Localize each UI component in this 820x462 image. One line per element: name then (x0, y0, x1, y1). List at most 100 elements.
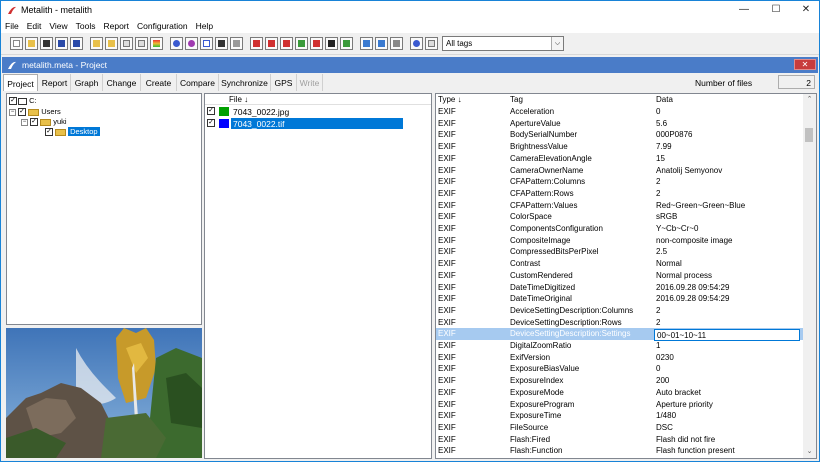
grid-row[interactable]: EXIF DateTimeDigitized 2016.09.28 09:54:29 (436, 282, 804, 294)
project-close-button[interactable]: ✕ (794, 59, 816, 70)
data-cell[interactable]: Anatolij Semyonov (656, 166, 722, 175)
menu-configuration[interactable]: Configuration (133, 19, 192, 31)
grid-row[interactable]: EXIF DateTimeOriginal 2016.09.28 09:54:29 (436, 293, 804, 305)
list-icon[interactable] (265, 37, 278, 50)
type-column-header[interactable]: Type ↓ (438, 95, 462, 104)
tab-project[interactable]: Project (3, 74, 38, 91)
grid-row[interactable]: EXIF ExposureTime 1/480 (436, 410, 804, 422)
root-checkbox[interactable]: ✓ (9, 97, 17, 106)
traffic-light-icon[interactable] (150, 37, 163, 50)
collapse-icon[interactable]: − (9, 108, 16, 116)
tree-node-users[interactable]: − ✓ Users (9, 107, 61, 117)
grid-row[interactable]: EXIF DeviceSettingDescription:Columns 2 (436, 305, 804, 317)
chart-icon[interactable] (375, 37, 388, 50)
menu-file[interactable]: File (1, 19, 23, 31)
print-icon[interactable] (390, 37, 403, 50)
grid-row[interactable]: EXIF ExposureIndex 200 (436, 375, 804, 387)
dark-window-icon[interactable] (215, 37, 228, 50)
data-cell[interactable]: 2 (656, 306, 660, 315)
export-icon[interactable] (340, 37, 353, 50)
file-checkbox[interactable]: ✓ (207, 119, 215, 127)
delete-icon[interactable] (40, 37, 53, 50)
grid-row[interactable]: EXIF Contrast Normal (436, 258, 804, 270)
menu-edit[interactable]: Edit (23, 19, 46, 31)
file-row[interactable]: ✓ 7043_0022.jpg (205, 106, 431, 117)
yuki-checkbox[interactable]: ✓ (30, 118, 39, 127)
gray-square-icon[interactable] (230, 37, 243, 50)
notes-icon[interactable] (325, 37, 338, 50)
grid-row[interactable]: EXIF CompositeImage non-composite image (436, 235, 804, 247)
grid-row[interactable]: EXIF ExifVersion 0230 (436, 352, 804, 364)
grid-row[interactable]: EXIF ExposureMode Auto bracket (436, 387, 804, 399)
menu-view[interactable]: View (45, 19, 71, 31)
maximize-button[interactable]: ☐ (761, 1, 791, 19)
table-icon[interactable] (295, 37, 308, 50)
columns-icon[interactable] (310, 37, 323, 50)
tab-compare[interactable]: Compare (177, 74, 219, 91)
data-cell[interactable]: Aperture priority (656, 400, 713, 409)
menu-tools[interactable]: Tools (72, 19, 100, 31)
grid-row[interactable]: EXIF FileSource DSC (436, 422, 804, 434)
minimize-button[interactable]: — (729, 1, 759, 19)
move-left-icon[interactable] (90, 37, 103, 50)
new-icon[interactable] (10, 37, 23, 50)
data-cell[interactable]: 5.6 (656, 119, 667, 128)
tag-filter-select[interactable]: All tags ⌵ (442, 36, 564, 51)
grid-row[interactable]: EXIF BrightnessValue 7.99 (436, 141, 804, 153)
data-cell[interactable]: Flash did not fire (656, 435, 715, 444)
grid-row-selected[interactable]: EXIF DeviceSettingDescription:Settings 00~… (436, 328, 804, 342)
data-cell[interactable]: 1/480 (656, 411, 676, 420)
data-cell[interactable]: 0230 (656, 353, 674, 362)
tag-column-header[interactable]: Tag (510, 95, 523, 104)
window-list-icon[interactable] (425, 37, 438, 50)
grid-row[interactable]: EXIF DeviceSettingDescription:Rows 2 (436, 317, 804, 329)
data-cell[interactable]: 2 (656, 189, 660, 198)
data-cell[interactable]: Y~Cb~Cr~0 (656, 224, 698, 233)
data-cell[interactable]: 2 (656, 177, 660, 186)
grid-row[interactable]: EXIF CameraElevationAngle 15 (436, 153, 804, 165)
data-cell[interactable]: 15 (656, 154, 665, 163)
close-button[interactable]: ✕ (791, 1, 820, 19)
window-icon[interactable] (200, 37, 213, 50)
grid-row[interactable]: EXIF Flash:Fired Flash did not fire (436, 434, 804, 446)
tab-report[interactable]: Report (39, 74, 71, 91)
scroll-down-icon[interactable]: ⌄ (803, 447, 816, 457)
data-cell[interactable]: Normal (656, 259, 682, 268)
grid-row[interactable]: EXIF Acceleration 0 (436, 106, 804, 118)
data-cell[interactable]: 2.5 (656, 247, 667, 256)
sum-icon[interactable] (280, 37, 293, 50)
info-icon[interactable] (170, 37, 183, 50)
data-cell[interactable]: 2 (656, 318, 660, 327)
file-checkbox[interactable]: ✓ (207, 107, 215, 115)
tree-node-yuki[interactable]: − ✓ yuki (21, 117, 67, 127)
tree-node-root[interactable]: ✓ C: (9, 96, 37, 106)
remove-folder-icon[interactable] (135, 37, 148, 50)
data-cell[interactable]: sRGB (656, 212, 677, 221)
menu-report[interactable]: Report (99, 19, 133, 31)
menu-help[interactable]: Help (192, 19, 217, 31)
tab-create[interactable]: Create (141, 74, 177, 91)
data-cell[interactable]: DSC (656, 423, 673, 432)
file-column-header[interactable]: File ↓ (229, 95, 248, 104)
data-cell[interactable]: 2016.09.28 09:54:29 (656, 294, 729, 303)
move-right-icon[interactable] (105, 37, 118, 50)
grid-row[interactable]: EXIF ComponentsConfiguration Y~Cb~Cr~0 (436, 223, 804, 235)
stop-icon[interactable] (185, 37, 198, 50)
grid-row[interactable]: EXIF DigitalZoomRatio 1 (436, 340, 804, 352)
grid-row[interactable]: EXIF CameraOwnerName Anatolij Semyonov (436, 165, 804, 177)
grid-row[interactable]: EXIF ExposureProgram Aperture priority (436, 399, 804, 411)
data-cell[interactable]: 0 (656, 107, 660, 116)
grid-row[interactable]: EXIF CFAPattern:Rows 2 (436, 188, 804, 200)
tab-gps[interactable]: GPS (271, 74, 297, 91)
scroll-thumb[interactable] (805, 128, 813, 142)
data-cell[interactable]: 1 (656, 341, 660, 350)
settings-icon[interactable] (410, 37, 423, 50)
collapse-icon[interactable]: − (21, 118, 28, 126)
tab-graph[interactable]: Graph (71, 74, 103, 91)
data-cell[interactable]: Red~Green~Green~Blue (656, 201, 745, 210)
grid-row[interactable]: EXIF CompressedBitsPerPixel 2.5 (436, 246, 804, 258)
data-cell[interactable]: Auto bracket (656, 388, 701, 397)
data-cell[interactable]: 0 (656, 364, 660, 373)
save-as-icon[interactable] (70, 37, 83, 50)
grid-row[interactable]: EXIF CustomRendered Normal process (436, 270, 804, 282)
